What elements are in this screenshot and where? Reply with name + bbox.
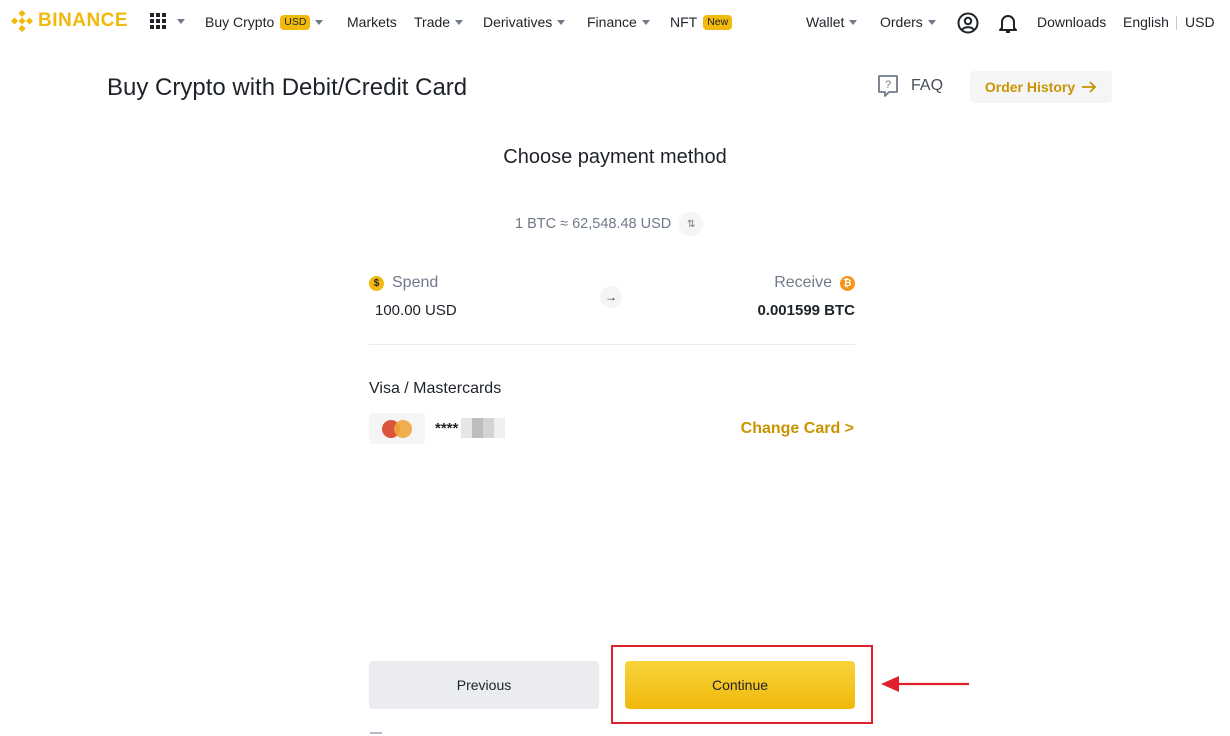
brand-name: BINANCE [38,10,129,31]
arrow-right-icon: → [600,286,622,308]
nav-markets[interactable]: Markets [347,14,397,30]
chevron-down-icon [927,19,936,25]
nav-wallet-label: Wallet [806,14,845,30]
nav-nft-label: NFT [670,14,698,30]
chevron-down-icon [455,19,464,25]
change-card-link[interactable]: Change Card > [741,420,854,438]
new-badge: New [703,14,733,30]
top-nav: BINANCE Buy Crypto USD Markets Trade Der… [0,0,1230,46]
card-type-label: Visa / Mastercards [369,380,502,397]
language-label: English [1123,14,1169,30]
spend-label-text: Spend [392,274,439,291]
receive-label: Receive ₿ [774,274,855,292]
nav-derivatives-label: Derivatives [483,14,553,30]
nav-trade[interactable]: Trade [414,14,464,30]
section-title: Choose payment method [503,146,727,168]
usd-coin-icon: $ [369,275,384,291]
swap-icon[interactable]: ⇅ [679,212,704,236]
checkbox[interactable] [370,732,382,736]
faq-link[interactable]: ? FAQ [877,74,943,98]
nav-downloads[interactable]: Downloads [1037,14,1106,30]
question-doc-icon: ? [878,75,898,97]
page-title: Buy Crypto with Debit/Credit Card [107,74,468,101]
currency-selector[interactable]: USD [1185,14,1215,30]
nav-wallet[interactable]: Wallet [806,14,858,30]
chevron-down-icon [177,18,185,24]
language-selector[interactable]: English [1123,14,1169,30]
nav-nft[interactable]: NFT New [670,14,733,30]
chevron-down-icon [315,19,324,25]
svg-text:?: ? [885,79,891,91]
spend-amount: 100.00 USD [375,302,457,319]
currency-label: USD [1185,14,1215,30]
chevron-down-icon [641,19,650,25]
card-number: **** [435,418,506,438]
btc-coin-icon: ₿ [840,275,855,291]
nav-orders[interactable]: Orders [880,14,936,30]
binance-diamond-icon [11,10,33,32]
mastercard-logo [369,413,425,444]
nav-trade-label: Trade [414,14,451,30]
faq-label: FAQ [911,77,944,94]
chevron-down-icon [557,19,566,25]
exchange-rate: 1 BTC ≈ 62,548.48 USD ⇅ [515,212,704,236]
nav-buy-crypto[interactable]: Buy Crypto USD [205,14,324,30]
nav-buy-crypto-label: Buy Crypto [205,14,275,30]
apps-menu[interactable] [150,13,185,29]
receive-label-text: Receive [774,274,832,291]
annotation-arrow-icon [881,676,969,692]
card-number-mask: **** [435,419,459,437]
exchange-rate-text: 1 BTC ≈ 62,548.48 USD [515,216,672,232]
notifications-button[interactable] [997,12,1019,34]
nav-derivatives[interactable]: Derivatives [483,14,566,30]
receive-amount: 0.001599 BTC [757,302,855,319]
grid-icon [150,13,166,29]
spend-label: $ Spend [369,274,438,292]
divider [369,344,855,345]
mastercard-icon [382,419,412,438]
nav-orders-label: Orders [880,14,923,30]
user-icon [957,12,979,34]
redacted-digits [461,418,506,438]
arrow-right-icon [1082,81,1097,93]
order-history-button[interactable]: Order History [970,71,1112,103]
nav-divider [1176,16,1177,30]
nav-markets-label: Markets [347,14,397,30]
currency-badge: USD [280,14,311,30]
nav-downloads-label: Downloads [1037,14,1107,30]
annotation-highlight-box [611,645,873,724]
chevron-down-icon [849,19,858,25]
binance-logo[interactable]: BINANCE [11,10,128,32]
order-history-label: Order History [984,79,1076,95]
profile-button[interactable] [957,12,979,34]
bell-icon [999,15,1017,33]
nav-finance[interactable]: Finance [587,14,650,30]
nav-finance-label: Finance [587,14,637,30]
previous-button[interactable]: Previous [369,661,599,709]
